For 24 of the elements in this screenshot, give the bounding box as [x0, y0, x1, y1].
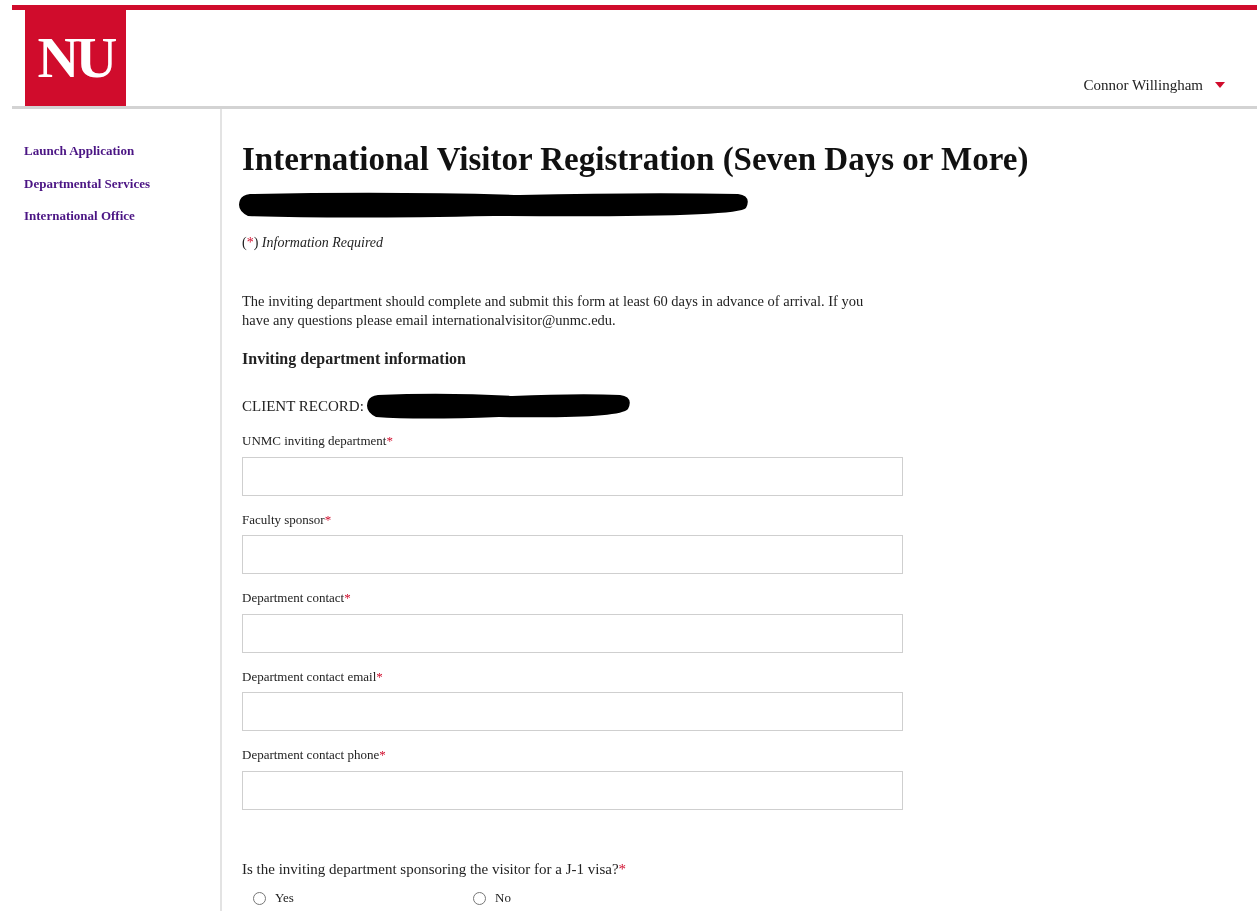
question-label: Is the inviting department sponsoring the visitor for a J-1 visa?* [242, 859, 628, 879]
field-label: UNMC inviting department* [242, 432, 394, 451]
required-legend: (*) Information Required [242, 232, 1029, 254]
field-label: Faculty sponsor* [242, 510, 333, 529]
field-label: Department contact email* [242, 667, 384, 686]
logo: NU [25, 10, 126, 106]
page-title: International Visitor Registration (Seven Days or More) [242, 140, 1029, 179]
input-field[interactable] [242, 613, 903, 653]
input-field[interactable] [242, 692, 903, 732]
client-record-label: CLIENT RECORD: [242, 397, 364, 416]
user-menu[interactable]: Connor Willingham [1083, 73, 1225, 96]
radio-option[interactable]: Yes [253, 888, 473, 908]
sidebar-link[interactable]: International Office [24, 206, 135, 226]
section-heading: Inviting department information [242, 349, 467, 370]
field-label: Department contact phone* [242, 746, 387, 765]
intro-text: The inviting department should complete and submit this form at least 60 days in advance of arrival. If you have any questions please email internationalvisitor@unmc.edu. [242, 292, 865, 331]
field-label: Department contact* [242, 589, 352, 608]
caret-icon [1215, 81, 1225, 88]
radio-option[interactable]: No [473, 888, 693, 908]
input-field[interactable] [242, 456, 903, 496]
sidebar-link[interactable]: Launch Application [24, 141, 135, 161]
sidebar-link[interactable]: Departmental Services [24, 173, 150, 193]
input-field[interactable] [242, 770, 903, 810]
input-field[interactable] [242, 535, 903, 575]
